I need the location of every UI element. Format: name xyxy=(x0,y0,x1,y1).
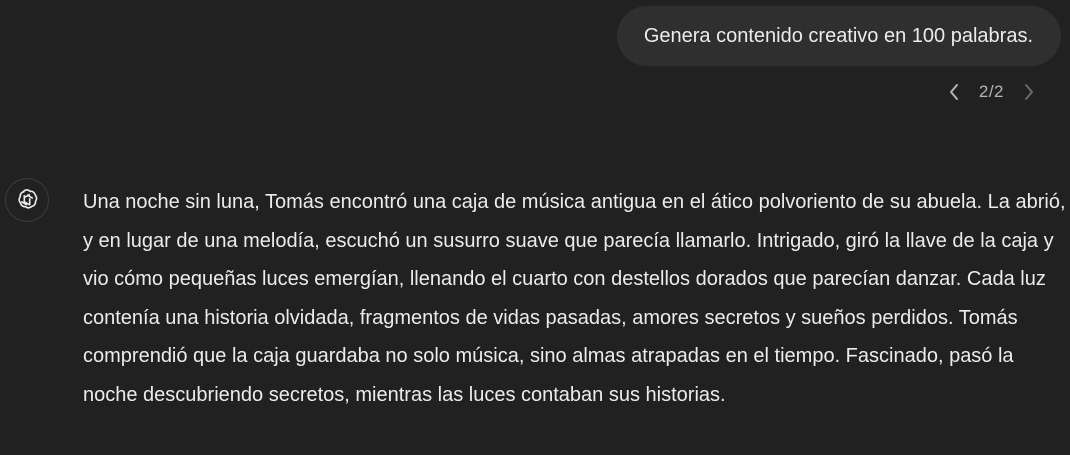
chatgpt-logo-icon xyxy=(18,189,38,209)
assistant-avatar xyxy=(5,178,49,222)
previous-response-button[interactable] xyxy=(943,78,965,106)
assistant-message-text: Una noche sin luna, Tomás encontró una c… xyxy=(83,191,1066,406)
response-counter: 2/2 xyxy=(978,82,1004,101)
chevron-left-icon xyxy=(949,84,958,100)
response-pagination: 2/2 xyxy=(943,78,1040,106)
assistant-message-row: Una noche sin luna, Tomás encontró una c… xyxy=(5,178,1070,414)
user-message-bubble: Genera contenido creativo en 100 palabra… xyxy=(616,6,1061,66)
chat-page: Genera contenido creativo en 100 palabra… xyxy=(0,0,1070,455)
next-response-button[interactable] xyxy=(1018,78,1040,106)
chevron-right-icon xyxy=(1025,84,1033,100)
user-message-text: Genera contenido creativo en 100 palabra… xyxy=(643,24,1033,47)
